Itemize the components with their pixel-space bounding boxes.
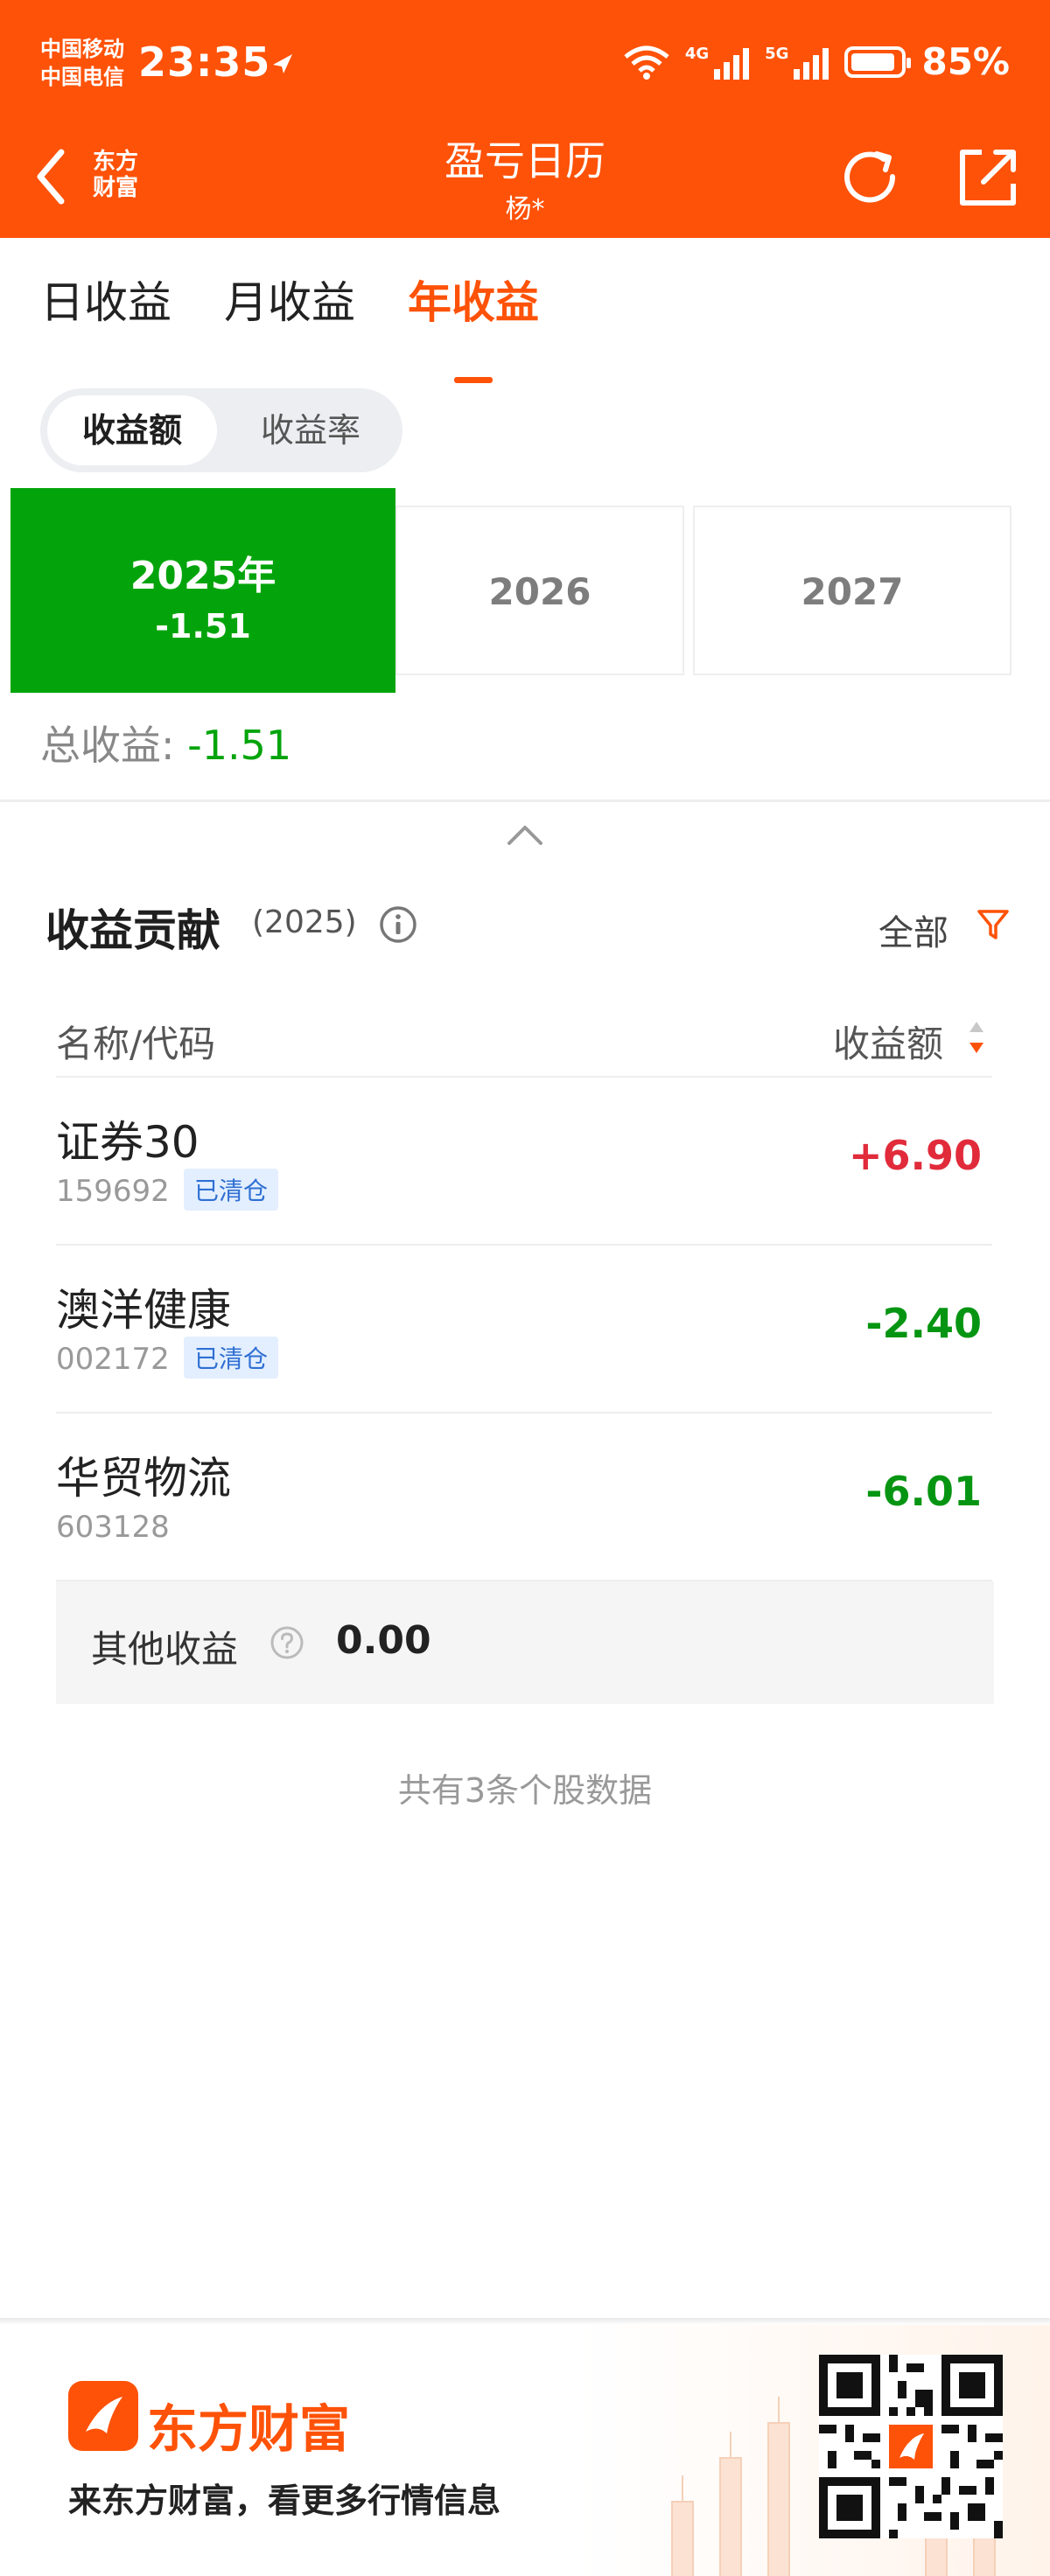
banner-slogan: 来东方财富，看更多行情信息 bbox=[68, 2482, 501, 2520]
filter-icon[interactable] bbox=[975, 906, 1012, 943]
section-divider bbox=[0, 799, 1050, 802]
year-label: 2027 bbox=[801, 570, 904, 613]
stock-name: 证券30 bbox=[56, 1117, 200, 1168]
table-header: 名称/代码 收益额 bbox=[56, 992, 992, 1078]
total-profit: 总收益: -1.51 bbox=[40, 714, 291, 771]
segment-rate[interactable]: 收益率 bbox=[226, 395, 396, 465]
wifi-icon bbox=[624, 45, 669, 80]
share-icon[interactable] bbox=[956, 145, 1020, 210]
year-label: 2026 bbox=[488, 570, 592, 613]
table-row[interactable]: 澳洋健康 002172 已清仓 -2.40 bbox=[56, 1246, 992, 1414]
battery-percent: 85% bbox=[921, 40, 1010, 83]
stock-name: 澳洋健康 bbox=[56, 1285, 231, 1336]
brand-logo-icon bbox=[68, 2381, 138, 2451]
tab-daily[interactable]: 日收益 bbox=[40, 268, 172, 331]
info-icon[interactable] bbox=[378, 904, 418, 945]
column-value[interactable]: 收益额 bbox=[833, 1015, 943, 1068]
total-label: 总收益: bbox=[40, 722, 175, 769]
promo-banner[interactable]: 东方财富 来东方财富，看更多行情信息 bbox=[0, 2318, 1050, 2576]
year-card-2026[interactable]: 2026 bbox=[396, 506, 684, 675]
stock-name: 华贸物流 bbox=[56, 1453, 231, 1504]
cleared-badge: 已清仓 bbox=[184, 1169, 279, 1211]
navigation-icon bbox=[273, 54, 292, 73]
profit-value: +6.90 bbox=[848, 1132, 982, 1179]
contribution-title: 收益贡献 bbox=[46, 905, 220, 956]
total-value: -1.51 bbox=[187, 722, 292, 769]
signal-4g-icon: 4G bbox=[684, 44, 750, 80]
refresh-icon[interactable] bbox=[838, 145, 903, 210]
tab-monthly[interactable]: 月收益 bbox=[224, 268, 355, 331]
net-type-2: 5G bbox=[765, 44, 789, 63]
profit-value: -2.40 bbox=[865, 1300, 982, 1347]
selected-year-value: -1.51 bbox=[155, 607, 251, 646]
sort-icon[interactable] bbox=[966, 1018, 987, 1057]
carrier-2: 中国电信 bbox=[40, 65, 124, 89]
column-name: 名称/代码 bbox=[56, 1023, 216, 1065]
other-profit-label: 其他收益 bbox=[91, 1628, 239, 1671]
year-card-2027[interactable]: 2027 bbox=[693, 506, 1012, 675]
selected-year-label: 2025年 bbox=[130, 554, 276, 598]
status-indicators: 4G 5G 85% bbox=[624, 40, 1010, 83]
tab-yearly[interactable]: 年收益 bbox=[408, 268, 539, 383]
segment-amount[interactable]: 收益额 bbox=[47, 395, 217, 465]
status-time: 23:35 bbox=[138, 38, 271, 86]
stock-code: 603128 bbox=[56, 1510, 170, 1545]
collapse-chevron-up-icon[interactable] bbox=[506, 822, 544, 847]
battery-icon bbox=[844, 45, 912, 78]
signal-5g-icon: 5G bbox=[765, 44, 830, 80]
period-tabs: 日收益 月收益 年收益 bbox=[40, 268, 539, 383]
brand-name: 东方财富 bbox=[147, 2399, 351, 2459]
other-profit-row: 其他收益 0.00 bbox=[56, 1581, 994, 1704]
contribution-year: (2025) bbox=[252, 904, 357, 940]
top-bar: 中国移动 中国电信 23:35 4G 5G 85% 东方财富 盈亏日历 杨* bbox=[0, 0, 1050, 238]
table-row[interactable]: 华贸物流 603128 -6.01 bbox=[56, 1414, 992, 1581]
stock-code: 159692 bbox=[56, 1174, 170, 1209]
year-card-selected[interactable]: 2025年 -1.51 bbox=[10, 488, 396, 693]
metric-segment: 收益额 收益率 bbox=[40, 388, 402, 472]
carrier-labels: 中国移动 中国电信 bbox=[40, 35, 124, 91]
net-type-1: 4G bbox=[684, 44, 710, 63]
stock-count-note: 共有3条个股数据 bbox=[397, 1771, 653, 1810]
other-profit-value: 0.00 bbox=[336, 1618, 431, 1663]
carrier-1: 中国移动 bbox=[40, 37, 124, 61]
stock-code: 002172 bbox=[56, 1342, 170, 1377]
cleared-badge: 已清仓 bbox=[184, 1337, 279, 1379]
qr-code-icon bbox=[819, 2355, 1003, 2538]
profit-value: -6.01 bbox=[865, 1468, 982, 1515]
help-question-icon[interactable] bbox=[270, 1625, 304, 1660]
filter-all-button[interactable]: 全部 bbox=[878, 904, 948, 955]
table-row[interactable]: 证券30 159692 已清仓 +6.90 bbox=[56, 1078, 992, 1246]
